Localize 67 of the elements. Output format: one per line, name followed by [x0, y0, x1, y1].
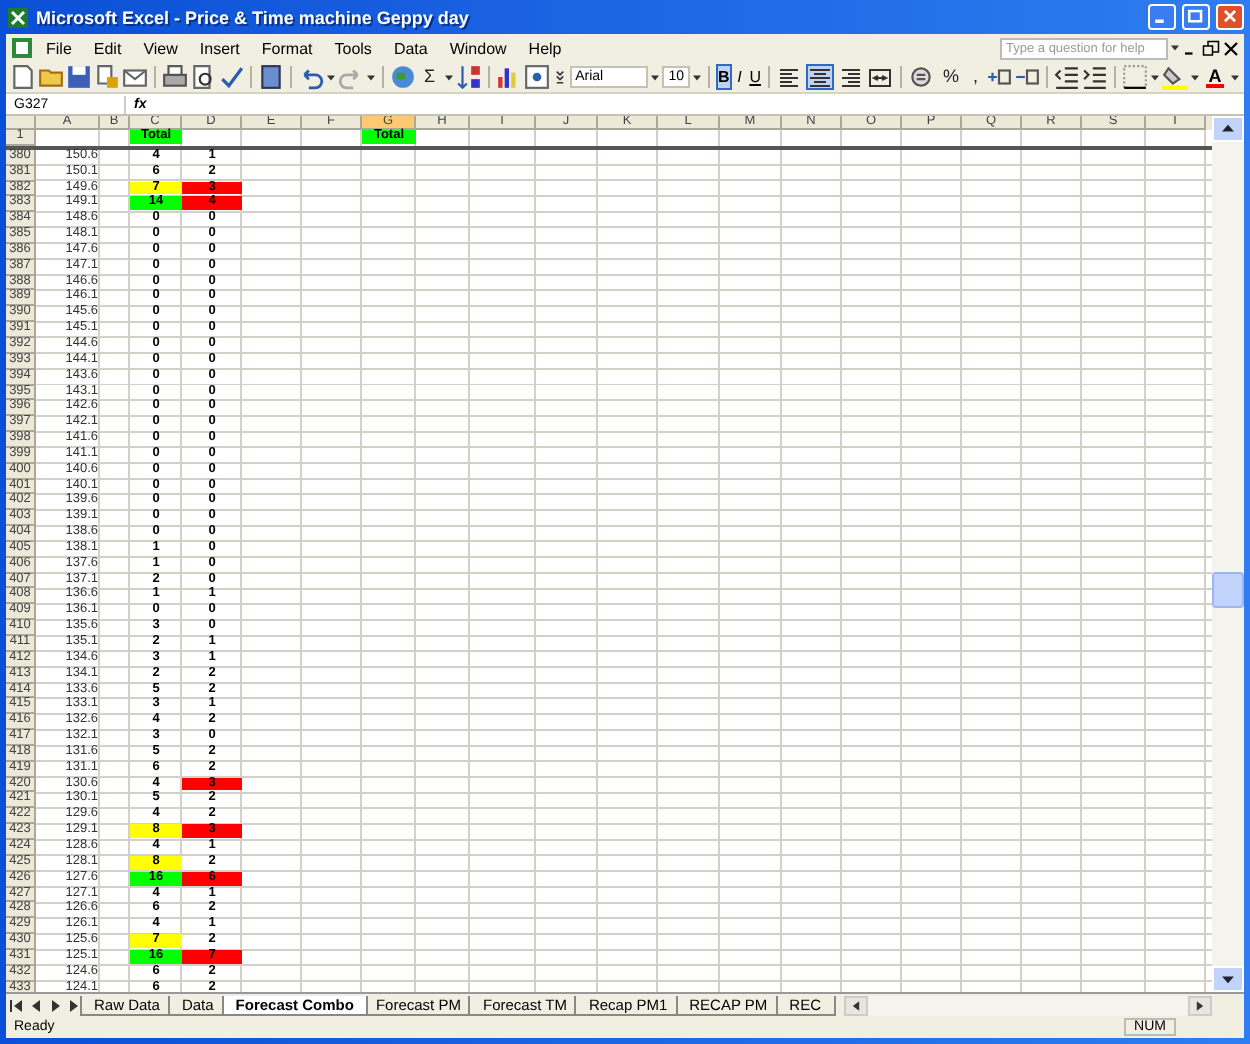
last-sheet-button[interactable] — [70, 999, 82, 1011]
menu-item[interactable]: Format — [251, 39, 323, 57]
caret-icon[interactable] — [366, 73, 376, 81]
italic-button[interactable]: I — [733, 64, 746, 90]
menu-item[interactable]: Window — [439, 39, 517, 57]
globe-icon[interactable] — [390, 64, 416, 90]
maximize-button[interactable] — [1182, 4, 1210, 30]
spelling-icon[interactable] — [218, 64, 244, 90]
caret-icon[interactable] — [1170, 44, 1180, 52]
previous-sheet-button[interactable] — [30, 999, 42, 1011]
menu-item[interactable]: Insert — [189, 39, 250, 57]
workbook-icon[interactable] — [10, 36, 34, 60]
print-preview-icon[interactable] — [190, 64, 216, 90]
caret-icon[interactable] — [1230, 73, 1240, 81]
caret-icon[interactable] — [1190, 73, 1200, 81]
menu-item[interactable]: Help — [518, 39, 572, 57]
close-icon[interactable] — [1222, 39, 1240, 57]
sort-ascending-icon[interactable] — [455, 64, 482, 90]
decrease-decimal-icon[interactable] — [1014, 64, 1040, 90]
caret-icon[interactable] — [1150, 73, 1160, 81]
scroll-down-button[interactable] — [1212, 966, 1244, 992]
caret-icon[interactable] — [326, 73, 336, 81]
print-icon[interactable] — [162, 64, 188, 90]
borders-icon[interactable] — [1122, 64, 1148, 90]
scrollbar-thumb[interactable] — [1212, 572, 1244, 608]
percent-button[interactable]: % — [936, 64, 965, 90]
toolbar-options-icon[interactable] — [551, 65, 568, 89]
undo-icon[interactable] — [298, 64, 324, 90]
caret-icon[interactable] — [650, 73, 661, 81]
email-icon[interactable] — [122, 64, 148, 90]
increase-decimal-icon[interactable] — [986, 64, 1012, 90]
caret-icon[interactable] — [692, 73, 703, 81]
scroll-left-button[interactable] — [843, 995, 868, 1015]
menu-item[interactable]: Data — [383, 39, 438, 57]
menu-item[interactable]: View — [133, 39, 188, 57]
currency-icon[interactable] — [908, 64, 935, 90]
book-icon[interactable] — [258, 64, 284, 90]
bold-button[interactable]: B — [716, 64, 732, 90]
decrease-indent-icon[interactable] — [1054, 64, 1080, 90]
increase-indent-icon[interactable] — [1082, 64, 1108, 90]
chart-icon[interactable] — [495, 64, 522, 90]
scroll-up-button[interactable] — [1212, 116, 1244, 142]
new-document-icon[interactable] — [10, 64, 36, 90]
spreadsheet-icon — [6, 5, 30, 29]
fill-color-icon[interactable] — [1162, 64, 1188, 90]
window-title: Microsoft Excel - Price & Time machine Geppy day — [36, 7, 471, 27]
menu-item[interactable]: Edit — [83, 39, 132, 57]
menu-item[interactable]: Tools — [324, 39, 382, 57]
font-color-button[interactable]: A — [1202, 64, 1228, 90]
comma-button[interactable]: , — [966, 64, 984, 90]
open-folder-icon[interactable] — [38, 64, 64, 90]
horizontal-scrollbar[interactable] — [843, 995, 1212, 1015]
restore-icon[interactable] — [1202, 39, 1220, 57]
vertical-scrollbar[interactable] — [1212, 116, 1244, 992]
scroll-right-button[interactable] — [1188, 995, 1212, 1015]
next-sheet-button[interactable] — [50, 999, 62, 1011]
save-icon[interactable] — [66, 64, 92, 90]
merge-center-button[interactable] — [866, 64, 895, 90]
menu-item[interactable]: File — [36, 39, 82, 57]
close-button[interactable] — [1216, 4, 1244, 30]
underline-button[interactable]: U — [747, 64, 763, 90]
center-button[interactable] — [806, 64, 835, 90]
align-right-button[interactable] — [836, 64, 865, 90]
first-sheet-button[interactable] — [10, 999, 22, 1011]
minimize-button[interactable] — [1148, 4, 1176, 30]
caret-icon[interactable] — [443, 73, 454, 81]
autosum-button[interactable]: Σ — [418, 64, 442, 90]
